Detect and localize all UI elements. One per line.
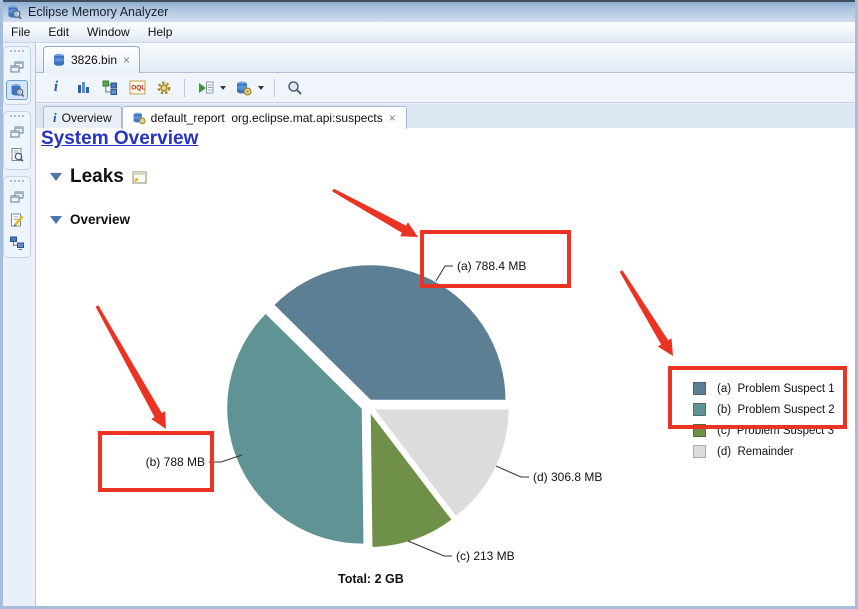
- toolbar-separator: [184, 79, 185, 97]
- report-icon: [132, 111, 146, 125]
- leader-line-c: [408, 541, 452, 556]
- dropdown-arrow-icon[interactable]: [258, 86, 264, 90]
- tab-label: 3826.bin: [71, 53, 117, 67]
- annotation-box-legend: [668, 366, 847, 429]
- drag-handle[interactable]: [10, 180, 24, 182]
- info-button[interactable]: i: [46, 77, 66, 99]
- histogram-icon: [76, 80, 91, 95]
- heap-search-icon[interactable]: [6, 80, 28, 100]
- drag-handle[interactable]: [10, 115, 24, 117]
- legend-label: (d) Remainder: [717, 446, 794, 458]
- query-browser-button[interactable]: [233, 77, 253, 99]
- menu-file[interactable]: File: [2, 23, 39, 41]
- run-expert-report-icon: [197, 80, 214, 95]
- svg-text:OQL: OQL: [131, 85, 145, 92]
- menu-help[interactable]: Help: [139, 23, 182, 41]
- oql-button[interactable]: OQL: [127, 77, 147, 99]
- dropdown-arrow-icon[interactable]: [220, 86, 226, 90]
- info-icon: i: [53, 110, 57, 126]
- run-expert-report-button[interactable]: [195, 77, 215, 99]
- slice-label-d: (d) 306.8 MB: [533, 470, 602, 484]
- sidebar-group-1: [3, 46, 31, 105]
- restore-pane-icon[interactable]: [6, 187, 28, 207]
- tab-label: default_report org.eclipse.mat.api:suspe…: [151, 111, 383, 125]
- app-icon: [6, 4, 22, 20]
- histogram-button[interactable]: [73, 77, 93, 99]
- toolbar-separator: [274, 79, 275, 97]
- sidebar-group-3: [3, 176, 31, 258]
- search-button[interactable]: [285, 77, 305, 99]
- editor-tab-bar: 3826.bin ×: [36, 43, 858, 73]
- restore-pane-icon[interactable]: [6, 57, 28, 77]
- close-icon[interactable]: ×: [388, 111, 397, 125]
- search-icon: [287, 80, 303, 96]
- dominator-tree-icon: [102, 80, 118, 95]
- drag-handle[interactable]: [10, 50, 24, 52]
- result-tab-bar: i Overview default_report org.eclipse.ma…: [36, 104, 858, 128]
- info-icon: i: [54, 79, 58, 96]
- restore-pane-icon[interactable]: [6, 122, 28, 142]
- dominator-tree-button[interactable]: [100, 77, 120, 99]
- tab-heap-dump[interactable]: 3826.bin ×: [43, 46, 140, 73]
- chart-total-label: Total: 2 GB: [338, 572, 404, 586]
- toolbar: i OQL: [36, 73, 858, 103]
- heap-dump-icon: [52, 53, 66, 67]
- editor-area: 3826.bin × i: [36, 43, 858, 609]
- sidebar: [0, 43, 36, 609]
- slice-label-c: (c) 213 MB: [456, 549, 515, 563]
- menu-window[interactable]: Window: [78, 23, 139, 41]
- menubar: File Edit Window Help: [0, 22, 858, 43]
- oql-icon: OQL: [129, 80, 146, 95]
- window-title: Eclipse Memory Analyzer: [28, 5, 168, 19]
- menu-edit[interactable]: Edit: [39, 23, 78, 41]
- inspector-icon[interactable]: [6, 145, 28, 165]
- tab-label: Overview: [62, 111, 112, 125]
- close-icon[interactable]: ×: [122, 53, 131, 67]
- report-content: System Overview Leaks Overview (a) 788.4…: [36, 128, 858, 609]
- sidebar-group-2: [3, 111, 31, 170]
- titlebar: Eclipse Memory Analyzer: [0, 0, 858, 22]
- query-browser-icon: [235, 80, 252, 96]
- legend-swatch: [693, 445, 706, 458]
- gear-icon: [156, 80, 172, 96]
- annotation-box-label-b: [98, 431, 214, 492]
- annotation-box-label-a: [420, 230, 571, 288]
- hierarchy-icon[interactable]: [6, 233, 28, 253]
- app-window: Eclipse Memory Analyzer File Edit Window…: [0, 0, 858, 609]
- gear-button[interactable]: [154, 77, 174, 99]
- legend-item-d: (d) Remainder: [693, 445, 835, 458]
- tab-suspects-report[interactable]: default_report org.eclipse.mat.api:suspe…: [122, 106, 407, 129]
- tab-overview[interactable]: i Overview: [43, 106, 122, 128]
- notes-icon[interactable]: [6, 210, 28, 230]
- leader-line-d: [496, 466, 529, 477]
